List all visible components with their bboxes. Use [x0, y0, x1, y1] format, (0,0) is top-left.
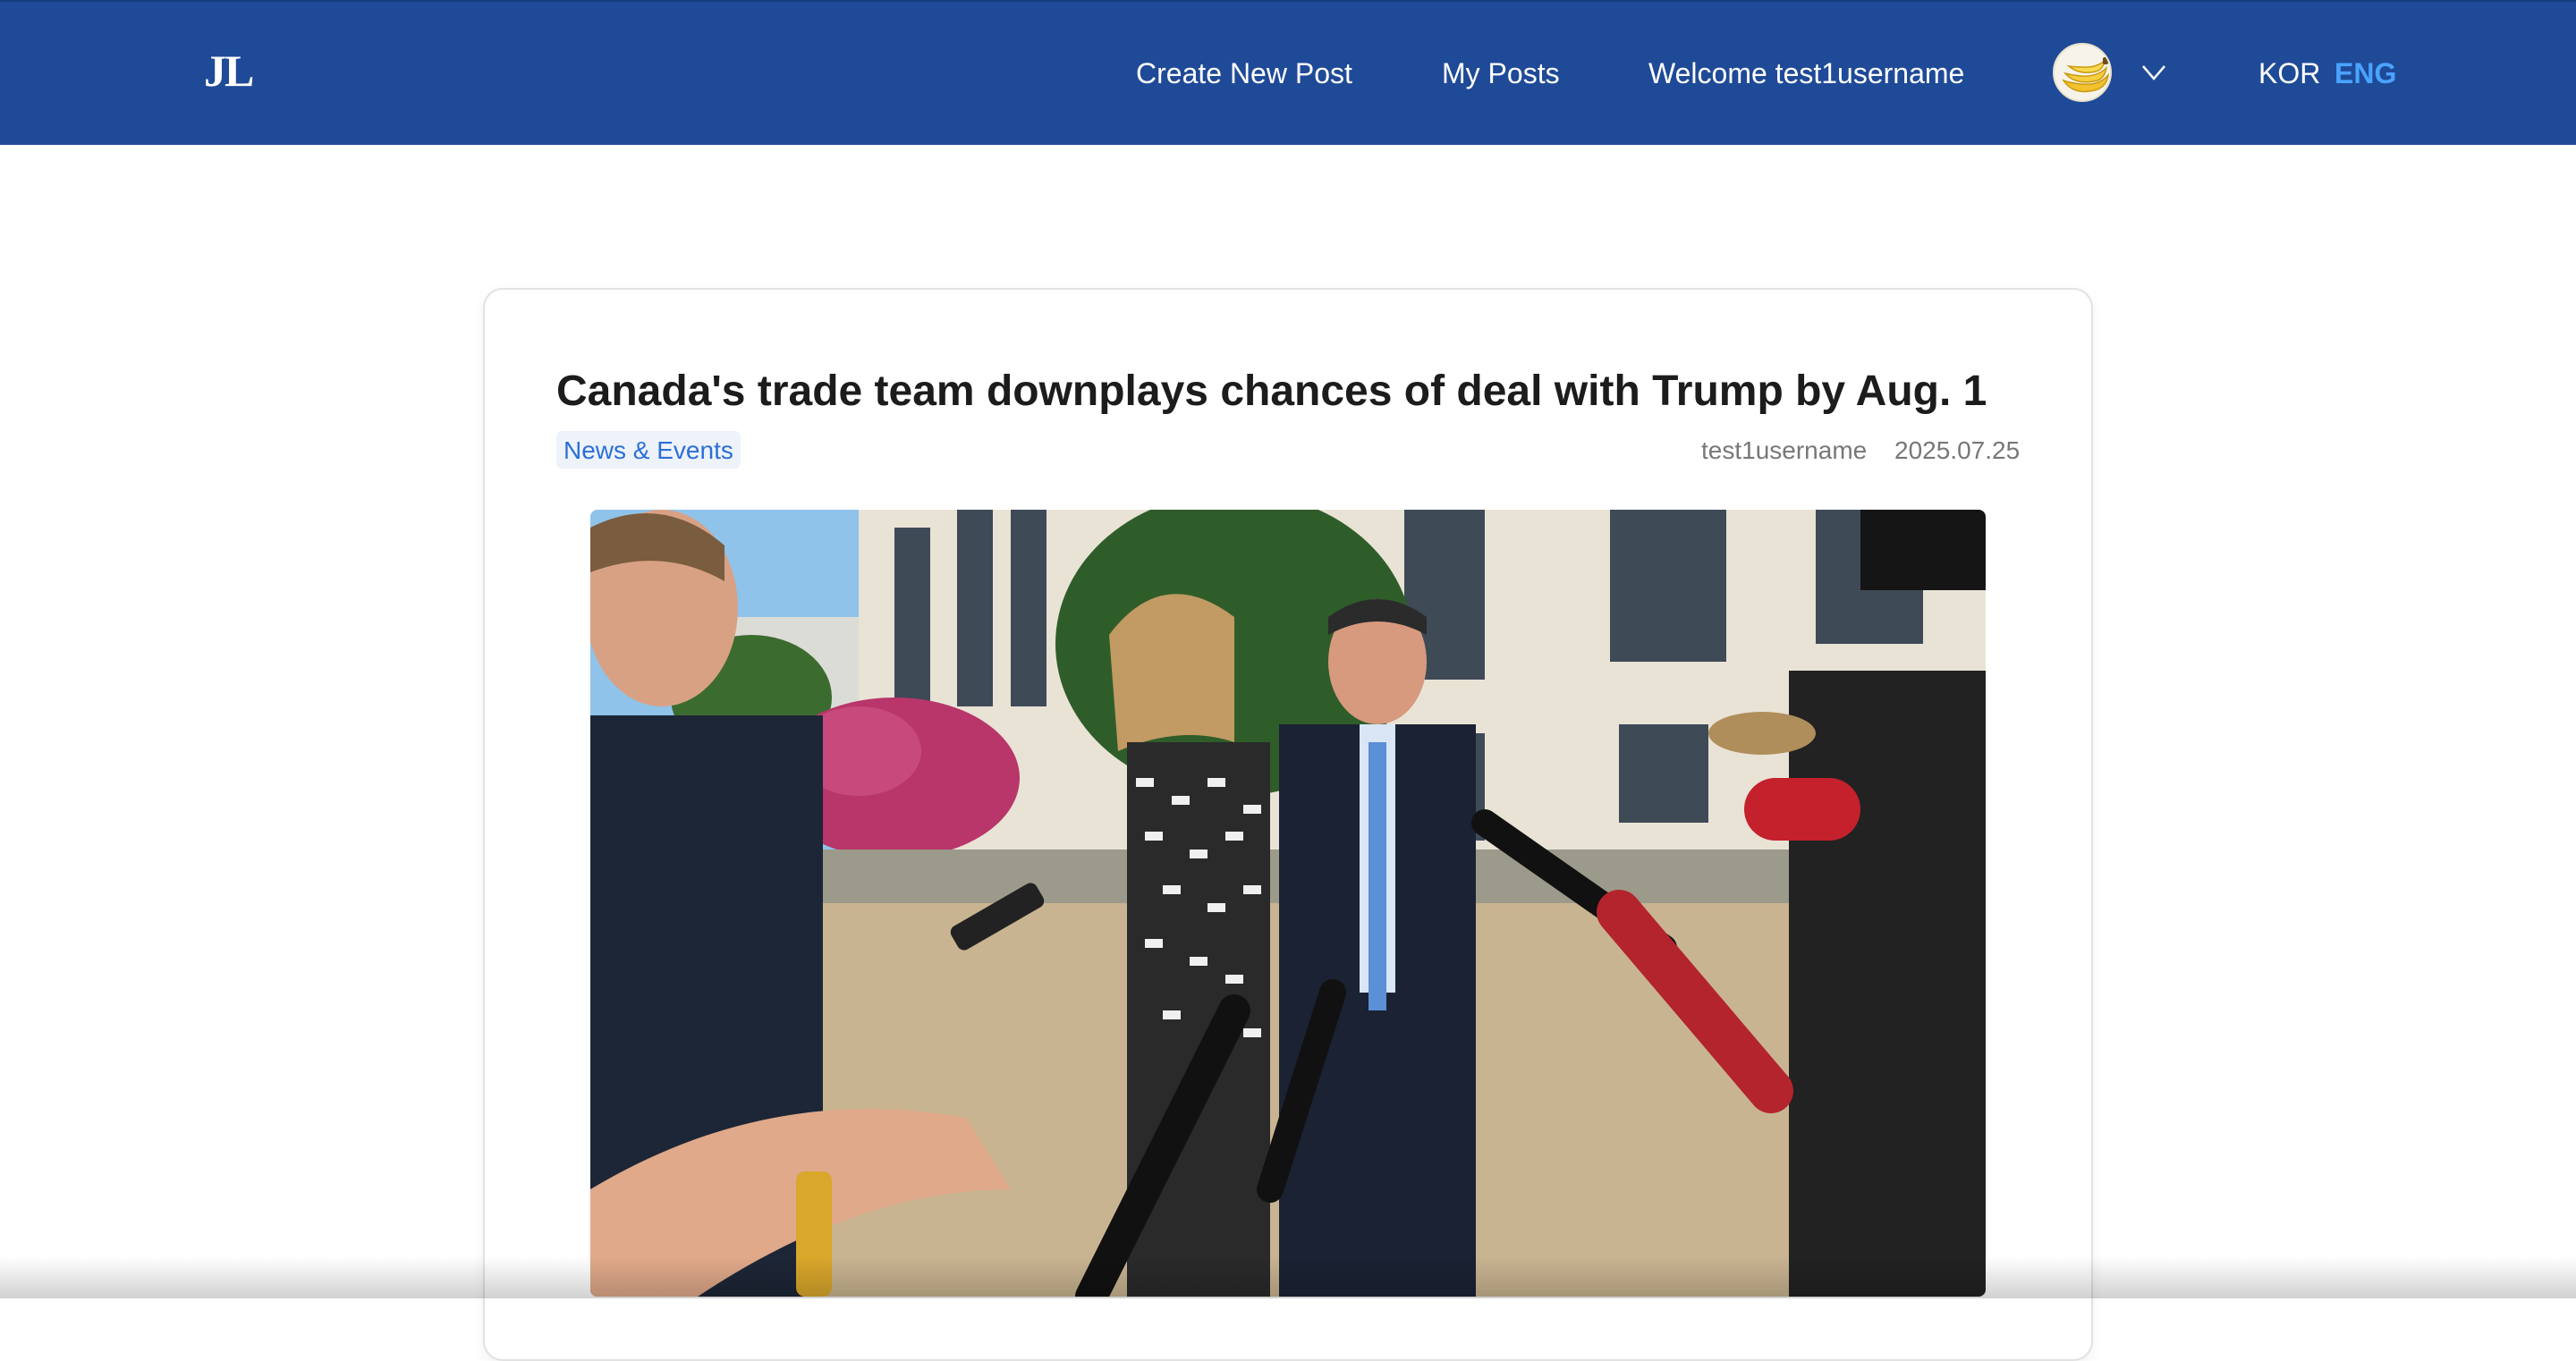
chevron-down-icon[interactable]: [2141, 63, 2166, 82]
post-image: [590, 510, 1986, 1297]
post-author: test1username: [1701, 436, 1868, 464]
user-avatar[interactable]: [2053, 43, 2112, 102]
banana-avatar-icon: [2055, 45, 2110, 100]
language-kor[interactable]: KOR: [2258, 57, 2320, 90]
category-tag[interactable]: News & Events: [556, 431, 741, 469]
top-navbar: JL Create New Post My Posts Welcome test…: [0, 0, 2576, 145]
post-card: Canada's trade team downplays chances of…: [483, 288, 2093, 1361]
welcome-text: Welcome test1username: [1648, 57, 1965, 89]
bottom-shadow: [0, 1256, 2576, 1298]
press-conference-photo: [590, 510, 1986, 1297]
post-title: Canada's trade team downplays chances of…: [556, 368, 1987, 415]
language-eng[interactable]: ENG: [2334, 57, 2396, 90]
create-new-post-link[interactable]: Create New Post: [1136, 57, 1352, 90]
site-logo[interactable]: JL: [204, 45, 254, 97]
post-date: 2025.07.25: [1894, 436, 2021, 464]
my-posts-link[interactable]: My Posts: [1442, 57, 1560, 90]
